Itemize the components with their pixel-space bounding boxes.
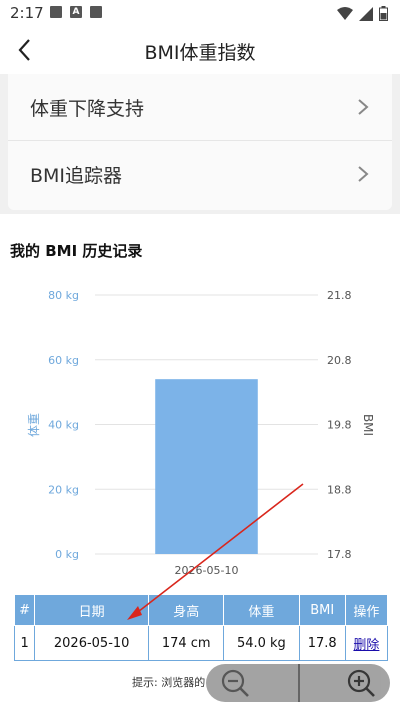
zoom-controls <box>206 664 390 702</box>
zoom-in-icon[interactable] <box>346 668 376 698</box>
zoom-out-icon[interactable] <box>220 668 250 698</box>
zoom-divider <box>298 664 300 702</box>
hint-text: 提示: 浏览器的 <box>132 676 206 689</box>
annotation-arrow <box>127 483 304 620</box>
